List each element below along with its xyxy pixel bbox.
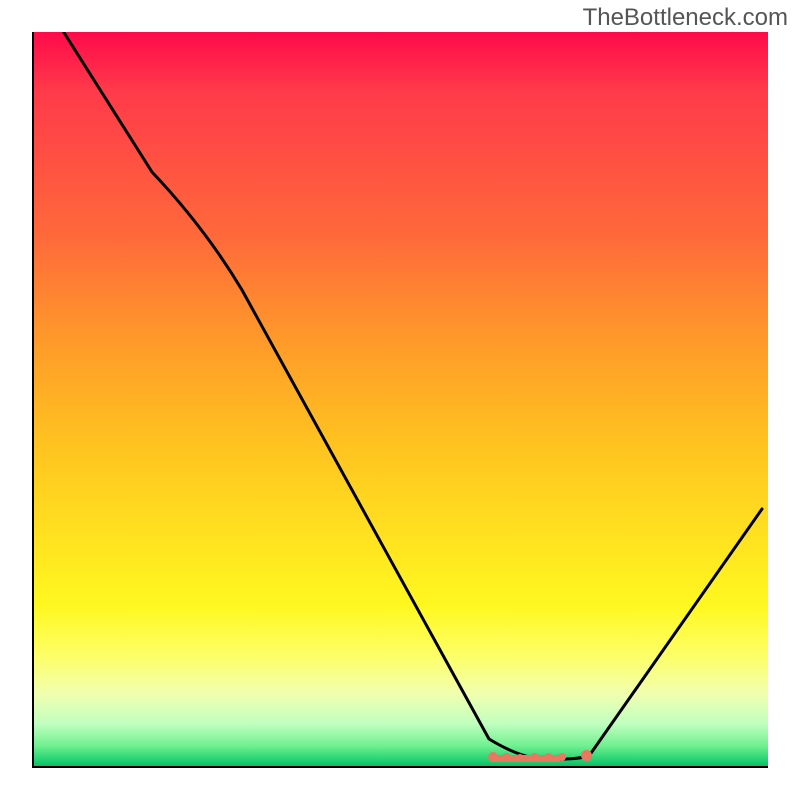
bottleneck-curve xyxy=(32,32,768,768)
chart-container: TheBottleneck.com xyxy=(0,0,800,800)
watermark-text: TheBottleneck.com xyxy=(583,4,788,32)
plot-area xyxy=(32,32,768,768)
